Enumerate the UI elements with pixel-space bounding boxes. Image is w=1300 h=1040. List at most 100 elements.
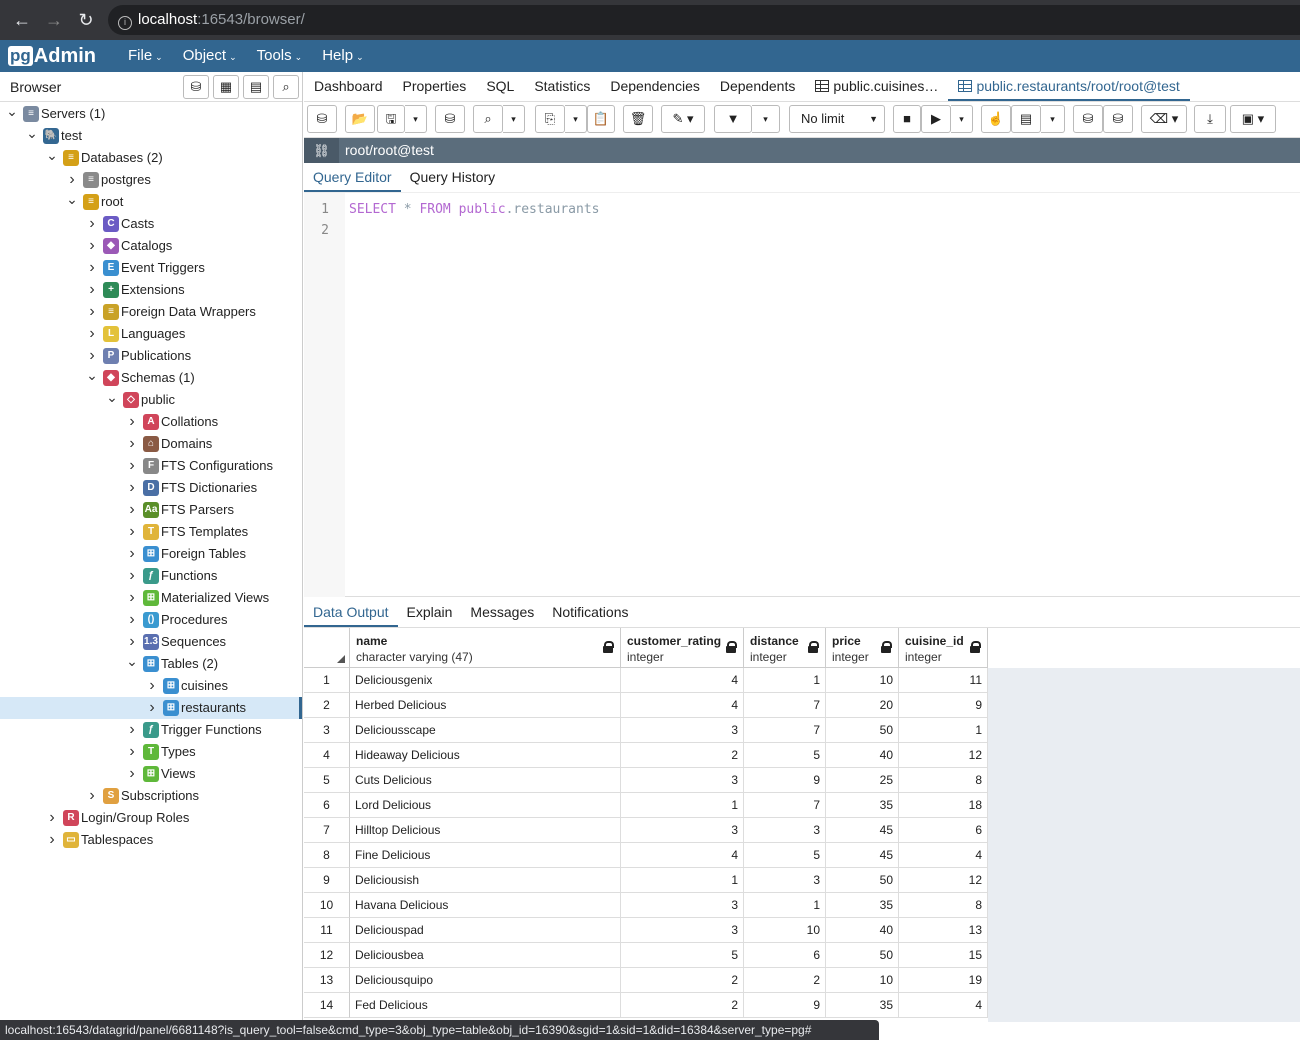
cell-cuisine-id[interactable]: 12 [899,743,988,768]
tree-node-root[interactable]: ⌄ ≡ root [0,191,302,213]
cell-price[interactable]: 10 [826,668,899,693]
cell-cuisine-id[interactable]: 1 [899,718,988,743]
tab-notifications[interactable]: Notifications [543,598,637,627]
chevron-right-icon[interactable]: › [126,477,138,498]
tab-dependencies[interactable]: Dependencies [600,72,710,101]
cell-price[interactable]: 40 [826,743,899,768]
tab-properties[interactable]: Properties [393,72,477,101]
chevron-right-icon[interactable]: › [126,521,138,542]
tree-node-test[interactable]: ⌄ 🐘 test [0,125,302,147]
chevron-right-icon[interactable]: › [86,785,98,806]
cell-price[interactable]: 50 [826,718,899,743]
chevron-right-icon[interactable]: › [126,763,138,784]
tree-node-login-group-roles[interactable]: › R Login/Group Roles [0,807,302,829]
cell-distance[interactable]: 7 [744,693,826,718]
tree-node-cuisines[interactable]: › ⊞ cuisines [0,675,302,697]
cell-customer-rating[interactable]: 3 [621,768,744,793]
tree-node-procedures[interactable]: › () Procedures [0,609,302,631]
tree-node-materialized-views[interactable]: › ⊞ Materialized Views [0,587,302,609]
tree-node-sequences[interactable]: › 1.3 Sequences [0,631,302,653]
tab-explain[interactable]: Explain [398,598,462,627]
tree-node-domains[interactable]: › ⌂ Domains [0,433,302,455]
cell-cuisine-id[interactable]: 18 [899,793,988,818]
chevron-down-icon[interactable]: ⌄ [66,191,78,207]
tab-dependents[interactable]: Dependents [710,72,806,101]
chevron-down-icon[interactable]: ⌄ [6,103,18,119]
chevron-right-icon[interactable]: › [86,213,98,234]
cell-distance[interactable]: 7 [744,793,826,818]
tree-node-fts-dictionaries[interactable]: › D FTS Dictionaries [0,477,302,499]
tree-node-publications[interactable]: › P Publications [0,345,302,367]
chevron-right-icon[interactable]: › [86,301,98,322]
tree-node-event-triggers[interactable]: › E Event Triggers [0,257,302,279]
column-header-name[interactable]: name character varying (47) [350,628,621,668]
cell-cuisine-id[interactable]: 12 [899,868,988,893]
column-header-cuisine-id[interactable]: cuisine_id integer [899,628,988,668]
menu-help[interactable]: Help ⌄ [312,40,373,72]
grid-corner[interactable] [304,628,350,668]
cell-name[interactable]: Fine Delicious [350,843,621,868]
cell-distance[interactable]: 2 [744,968,826,993]
column-header-customer-rating[interactable]: customer_rating integer [621,628,744,668]
tree-node-restaurants[interactable]: › ⊞ restaurants [0,697,302,719]
column-header-distance[interactable]: distance integer [744,628,826,668]
cell-customer-rating[interactable]: 2 [621,743,744,768]
chevron-right-icon[interactable]: › [46,807,58,828]
cell-cuisine-id[interactable]: 13 [899,918,988,943]
cell-cuisine-id[interactable]: 9 [899,693,988,718]
tree-node-fts-parsers[interactable]: › Aa FTS Parsers [0,499,302,521]
cell-customer-rating[interactable]: 1 [621,868,744,893]
cell-price[interactable]: 40 [826,918,899,943]
cell-price[interactable]: 25 [826,768,899,793]
filter-icon[interactable]: ▼ [714,105,752,133]
sql-editor[interactable]: 1 2 SELECT * FROM public.restaurants [304,193,1300,597]
column-header-price[interactable]: price integer [826,628,899,668]
tree-node-functions[interactable]: › ƒ Functions [0,565,302,587]
chevron-right-icon[interactable]: › [146,697,158,718]
menu-object[interactable]: Object ⌄ [173,40,247,72]
paste-icon[interactable]: 📋 [587,105,615,133]
cell-customer-rating[interactable]: 4 [621,693,744,718]
cell-distance[interactable]: 10 [744,918,826,943]
cell-distance[interactable]: 1 [744,668,826,693]
chevron-right-icon[interactable]: › [126,587,138,608]
reload-icon[interactable]: ↻ [70,0,102,40]
cell-name[interactable]: Cuts Delicious [350,768,621,793]
chevron-right-icon[interactable]: › [66,169,78,190]
find-options-chevron-icon[interactable]: ▾ [503,105,525,133]
back-arrow-icon[interactable]: ← [6,0,38,40]
delete-icon[interactable]: 🗑 [623,105,653,133]
filter-rows-icon[interactable]: ▤ [243,75,269,99]
chevron-down-icon[interactable]: ⌄ [106,389,118,405]
cell-cuisine-id[interactable]: 8 [899,768,988,793]
tree-node-casts[interactable]: › C Casts [0,213,302,235]
cell-cuisine-id[interactable]: 4 [899,993,988,1018]
cell-cuisine-id[interactable]: 15 [899,943,988,968]
cell-name[interactable]: Deliciousgenix [350,668,621,693]
find-icon[interactable]: ⌕ [473,105,503,133]
cell-distance[interactable]: 5 [744,843,826,868]
cell-cuisine-id[interactable]: 19 [899,968,988,993]
cell-name[interactable]: Hilltop Delicious [350,818,621,843]
filter-options-chevron-icon[interactable]: ▾ [752,105,780,133]
cell-price[interactable]: 50 [826,868,899,893]
cell-cuisine-id[interactable]: 8 [899,893,988,918]
tree-node-postgres[interactable]: › ≡ postgres [0,169,302,191]
chevron-right-icon[interactable]: › [86,323,98,344]
cell-name[interactable]: Fed Delicious [350,993,621,1018]
edit-icon[interactable]: ✎ ▾ [661,105,705,133]
tree-node-extensions[interactable]: › + Extensions [0,279,302,301]
cell-distance[interactable]: 7 [744,718,826,743]
stop-icon[interactable]: ■ [893,105,921,133]
cell-name[interactable]: Deliciousbea [350,943,621,968]
cell-cuisine-id[interactable]: 6 [899,818,988,843]
address-bar[interactable]: i localhost:16543/browser/ [108,5,1300,35]
cell-customer-rating[interactable]: 3 [621,893,744,918]
cell-name[interactable]: Deliciouspad [350,918,621,943]
connection-status-icon[interactable]: ⛓ [304,138,339,163]
tab-query-editor[interactable]: Query Editor [304,164,401,192]
tree-node-public[interactable]: ⌄ ◇ public [0,389,302,411]
tree-node-collations[interactable]: › A Collations [0,411,302,433]
tree-node-tablespaces[interactable]: › ▭ Tablespaces [0,829,302,851]
cell-customer-rating[interactable]: 3 [621,918,744,943]
